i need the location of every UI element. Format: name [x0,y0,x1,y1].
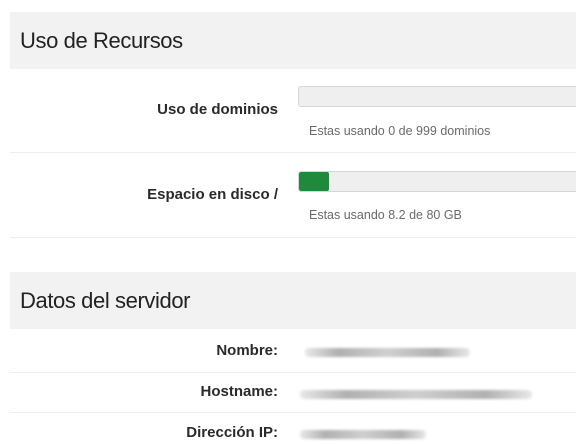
row-divider [10,237,576,238]
server-hostname-value-redacted [300,390,532,399]
domain-usage-note: Estas usando 0 de 999 dominios [309,124,491,138]
domain-usage-label: Uso de dominios [157,101,278,118]
server-ip-label: Dirección IP: [186,424,278,441]
resources-header: Uso de Recursos [10,12,576,69]
disk-usage-note: Estas usando 8.2 de 80 GB [309,208,462,222]
server-hostname-label: Hostname: [200,383,278,400]
disk-usage-label: Espacio en disco / [147,186,278,203]
row-divider [10,412,576,413]
server-title: Datos del servidor [20,287,191,313]
domain-usage-bar [298,86,576,107]
server-header: Datos del servidor [10,272,576,329]
server-name-value-redacted [305,348,470,357]
disk-usage-bar-fill [299,172,329,191]
row-divider [10,152,576,153]
resources-title: Uso de Recursos [20,27,183,53]
disk-usage-bar [298,171,576,192]
server-name-label: Nombre: [216,342,278,359]
row-divider [10,372,576,373]
server-ip-value-redacted [300,430,426,439]
